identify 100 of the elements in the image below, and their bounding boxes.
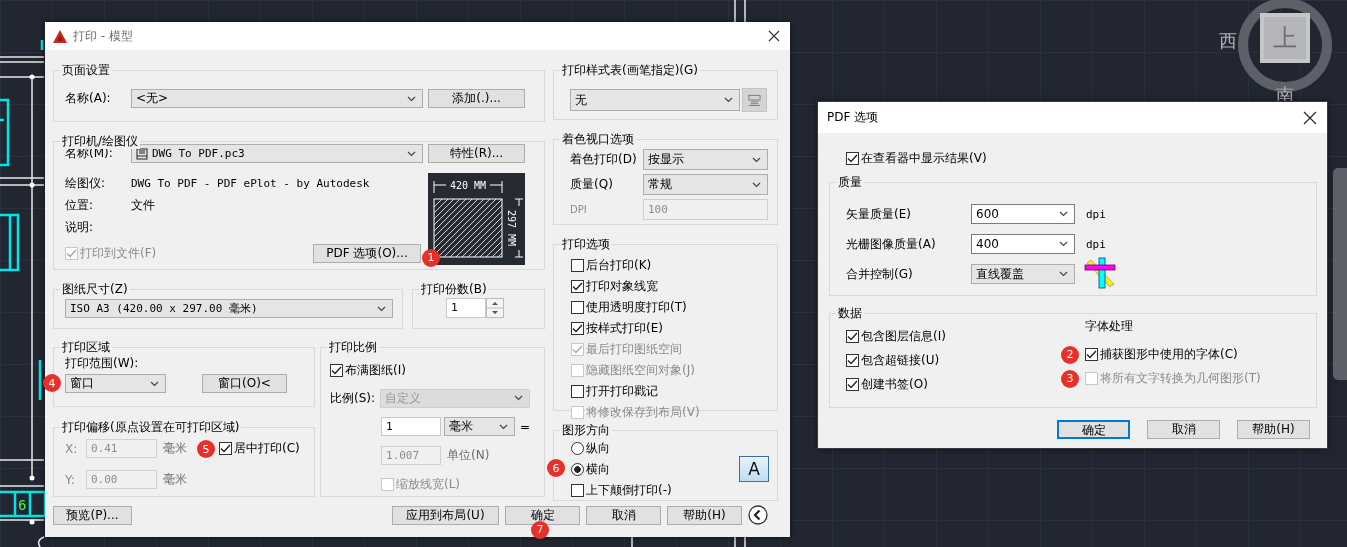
- input-field[interactable]: 1: [446, 298, 486, 318]
- group-title: 打印偏移(原点设置在可打印区域): [60, 419, 242, 435]
- dropdown[interactable]: 无: [570, 89, 740, 111]
- dialog-button[interactable]: 确定: [1057, 420, 1130, 439]
- field-label: 着色打印(D): [570, 151, 638, 169]
- chevron-icon: [724, 97, 733, 103]
- window-button[interactable]: 窗口(O)<: [202, 374, 287, 393]
- dimension-label: 297 MM: [506, 209, 517, 247]
- chevron-icon: [752, 156, 761, 163]
- ok-button[interactable]: 确定: [505, 505, 580, 525]
- dimension-label: 420 MM: [449, 180, 487, 191]
- group-title: 打印选项: [560, 236, 612, 252]
- checkbox[interactable]: 在查看器中显示结果(V): [846, 149, 987, 167]
- group-title: 打印机/绘图仪: [60, 133, 141, 149]
- checkbox[interactable]: 打印对象线宽: [571, 278, 658, 295]
- field-label: 说明:: [65, 218, 95, 236]
- checkmark-icon: [219, 442, 232, 455]
- group-title: 图纸尺寸(Z): [60, 281, 130, 297]
- dimension-arrow: [433, 180, 503, 194]
- compass-label: 西: [1219, 29, 1237, 53]
- checkbox[interactable]: 上下颠倒打印(-): [571, 482, 672, 499]
- group-title: 着色视口选项: [560, 131, 636, 148]
- chevron-icon: [407, 95, 417, 102]
- field-label: 单位(N): [447, 447, 490, 464]
- field-label: 合并控制(G): [846, 265, 914, 283]
- dialog-button[interactable]: 帮助(H): [1237, 420, 1310, 439]
- hatched-paper-drawing: [433, 198, 503, 258]
- location-value: 文件: [131, 196, 155, 214]
- close-icon[interactable]: [768, 30, 780, 42]
- properties-button[interactable]: 特性(R)...: [428, 144, 525, 163]
- help-button[interactable]: 帮助(H): [667, 505, 742, 525]
- window-title: 打印 - 模型: [73, 27, 134, 45]
- equals-sign: =: [520, 419, 531, 434]
- chevron-icon: [514, 395, 523, 401]
- field-label: 质量(Q): [570, 176, 614, 194]
- plotter-icon: [136, 147, 148, 160]
- dropdown[interactable]: 毫米: [444, 417, 515, 436]
- apply-to-layout-button[interactable]: 应用到布局(U): [392, 505, 499, 525]
- dropdown[interactable]: 窗口: [65, 374, 166, 393]
- input-field[interactable]: 1: [381, 417, 441, 436]
- group-title: 打印区域: [60, 339, 112, 355]
- add-button[interactable]: 添加(.)...: [428, 89, 525, 108]
- drawing-line: [734, 0, 746, 23]
- group-title: 数据: [836, 305, 864, 321]
- dropdown[interactable]: 400: [971, 234, 1075, 254]
- cancel-button[interactable]: 取消: [586, 505, 661, 525]
- radio-button[interactable]: 纵向: [571, 440, 610, 457]
- group-title: 质量: [836, 174, 864, 190]
- checkbox[interactable]: 创建书签(O): [846, 375, 928, 393]
- checkbox[interactable]: 布满图纸(I): [330, 361, 406, 379]
- field-label: 毫米: [163, 440, 187, 457]
- field-label: Y:: [65, 472, 76, 487]
- chevron-icon: [499, 423, 508, 430]
- dimension-arrow: [514, 198, 524, 258]
- chevron-icon: [1059, 271, 1068, 277]
- field-label: 光栅图像质量(A): [846, 235, 937, 253]
- printer-icon: [748, 93, 761, 107]
- chevron-icon: [407, 150, 417, 157]
- page-orientation-icon: A: [739, 456, 769, 482]
- dropdown[interactable]: ISO A3 (420.00 x 297.00 毫米): [65, 299, 393, 318]
- checkbox[interactable]: 按样式打印(E): [571, 320, 663, 337]
- dropdown[interactable]: 600: [971, 204, 1075, 224]
- plotter-name: DWG To PDF - PDF ePlot - by Autodesk: [131, 176, 370, 190]
- checkbox[interactable]: 捕获图形中使用的字体(C): [1085, 345, 1238, 363]
- triangle-logo-icon: [53, 29, 67, 43]
- dropdown[interactable]: 直线覆盖: [971, 264, 1075, 284]
- number-badge: 4: [43, 374, 61, 392]
- chevron-icon: [752, 181, 761, 188]
- dropdown[interactable]: <无>: [131, 89, 424, 108]
- checkbox[interactable]: 打开打印戳记: [571, 383, 658, 400]
- radio-button[interactable]: 横向: [571, 461, 610, 478]
- pdf-options-button[interactable]: PDF 选项(O)...: [313, 243, 421, 263]
- number-badge: 6: [547, 459, 565, 477]
- dropdown[interactable]: 常规: [643, 174, 768, 196]
- preview-button[interactable]: 预览(P)...: [53, 505, 132, 525]
- checkbox[interactable]: 包含超链接(U): [846, 351, 940, 369]
- close-icon[interactable]: [1303, 110, 1317, 125]
- chevron-left-icon: [748, 505, 768, 525]
- window-title: PDF 选项: [827, 109, 880, 126]
- overlapping-lines-icon: [1084, 257, 1116, 289]
- checkbox[interactable]: 包含图层信息(I): [846, 327, 946, 345]
- group-title: 打印样式表(画笔指定)(G): [560, 62, 701, 78]
- spin-button[interactable]: [486, 298, 504, 318]
- checkbox[interactable]: 后台打印(K): [571, 257, 652, 274]
- field-label: 比例(S):: [330, 389, 377, 407]
- style-editor-button[interactable]: [742, 88, 767, 112]
- checkmark-icon: [571, 322, 584, 335]
- dialog-button[interactable]: 取消: [1147, 420, 1220, 439]
- number-badge: 1: [422, 248, 440, 267]
- checkbox[interactable]: 居中打印(C): [219, 440, 300, 457]
- chevron-icon: [1059, 211, 1068, 217]
- checkbox[interactable]: 使用透明度打印(T): [571, 299, 687, 316]
- more-options-button[interactable]: [748, 505, 768, 525]
- number-badge: 3: [1061, 369, 1079, 388]
- group-title: 打印比例: [327, 339, 379, 355]
- chevron-icon: [150, 380, 159, 387]
- unit-label: dpi: [1086, 237, 1106, 251]
- dropdown[interactable]: 按显示: [643, 149, 768, 171]
- field-label: 位置:: [65, 196, 95, 214]
- section-label: 字体处理: [1085, 318, 1134, 335]
